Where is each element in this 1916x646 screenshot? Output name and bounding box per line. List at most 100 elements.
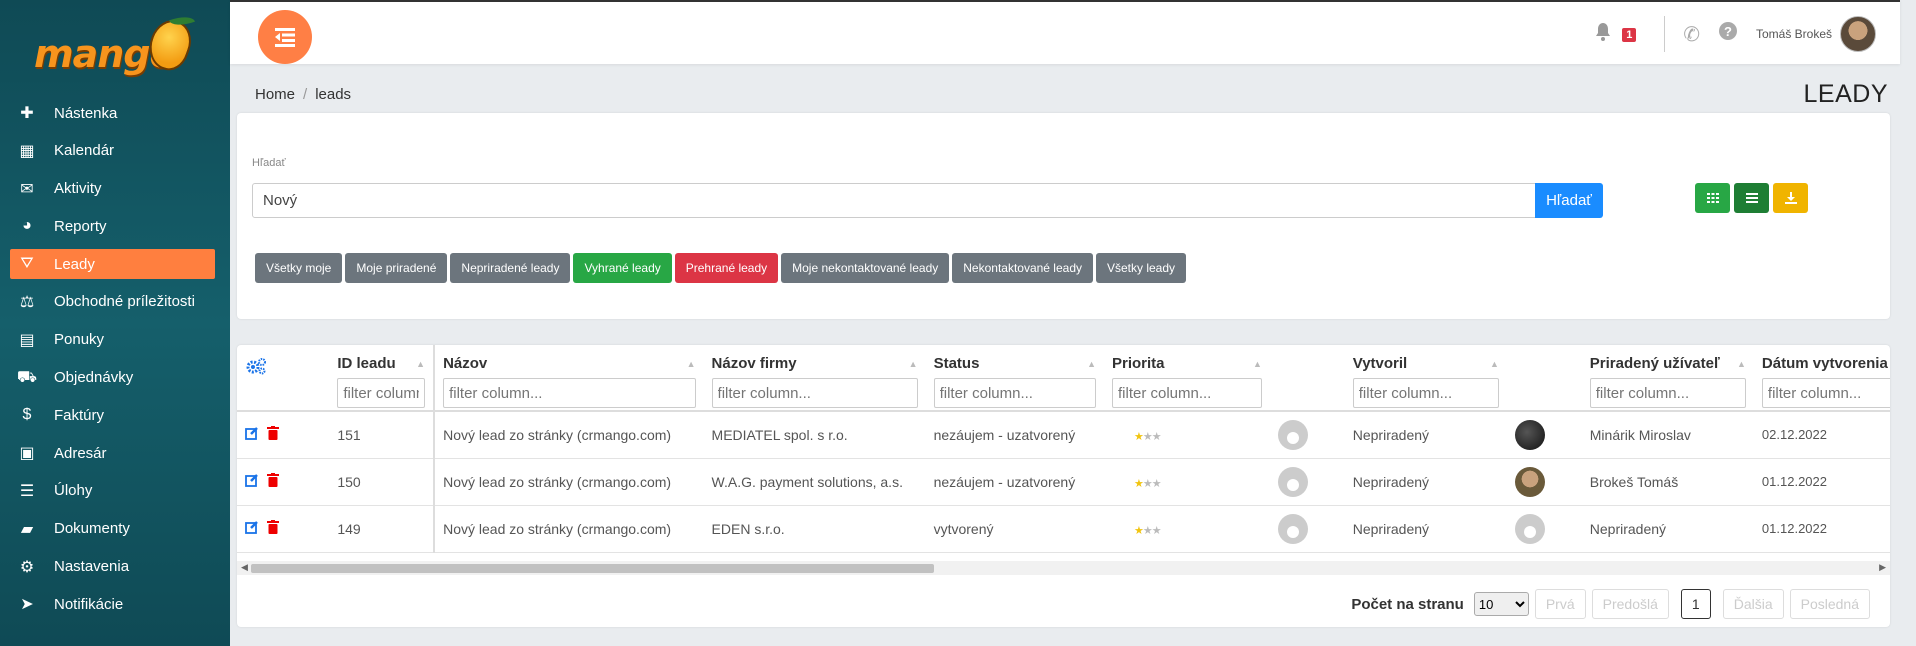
sort-icon[interactable]: ▲ <box>416 359 425 369</box>
column-header[interactable]: Priorita ▲ <box>1103 345 1270 412</box>
column-filter-input[interactable] <box>1761 378 1890 408</box>
table-row[interactable]: 150 Nový lead zo stránky (crmango.com) W.A… <box>237 458 1890 506</box>
sidebar-item-label: Obchodné príležitosti <box>54 293 195 311</box>
filter-button[interactable]: Všetky leady <box>1096 253 1187 283</box>
edit-icon[interactable] <box>245 426 259 443</box>
export-button[interactable] <box>1773 183 1808 213</box>
sidebar-item-4[interactable]: ⛛ Leady <box>10 249 215 280</box>
column-header[interactable]: Dátum vytvorenia▲ <box>1753 345 1890 412</box>
delete-icon[interactable] <box>267 520 279 537</box>
grid-view-button[interactable] <box>1695 183 1730 213</box>
user-name[interactable]: Tomáš Brokeš <box>1756 27 1832 41</box>
help-icon[interactable]: ? <box>1718 21 1738 47</box>
sort-icon[interactable]: ▲ <box>909 359 918 369</box>
assigned-user: Brokeš Tomáš <box>1581 458 1754 506</box>
sidebar-item-0[interactable]: ✚ Nástenka <box>10 98 215 128</box>
horizontal-scrollbar[interactable]: ◀ ▶ <box>237 561 1890 575</box>
last-page-button[interactable]: Posledná <box>1789 589 1870 619</box>
search-button[interactable]: Hľadať <box>1535 183 1603 218</box>
sidebar-item-12[interactable]: ⚙ Nastavenia <box>10 552 215 582</box>
column-filter-input[interactable] <box>933 378 1096 408</box>
next-page-button[interactable]: Ďalšia <box>1722 589 1784 619</box>
sidebar-item-9[interactable]: ▣ Adresár <box>10 438 215 468</box>
sort-icon[interactable]: ▲ <box>1253 359 1262 369</box>
column-filter-input[interactable] <box>1111 378 1262 408</box>
column-header[interactable]: Názov firmy ▲ <box>703 345 926 412</box>
search-label: Hľadať <box>252 157 286 169</box>
previous-page-button[interactable]: Predošlá <box>1591 589 1669 619</box>
column-filter-input[interactable] <box>1352 378 1499 408</box>
activities-icon: ✉ <box>20 180 34 198</box>
leads-table-card: ID leadu▲Názov▲Názov firmy▲Status▲Priori… <box>237 345 1890 627</box>
notification-bell-icon[interactable]: 1 <box>1594 22 1637 46</box>
filter-button[interactable]: Moje priradené <box>345 253 448 283</box>
lead-name[interactable]: Nový lead zo stránky (crmango.com) <box>434 411 704 459</box>
sort-icon[interactable]: ▲ <box>1490 359 1499 369</box>
assigned-user: Minárik Miroslav <box>1581 411 1754 459</box>
creator-avatar-cell <box>1269 458 1345 506</box>
sidebar-item-10[interactable]: ☰ Úlohy <box>10 476 215 506</box>
table-row[interactable]: 151 Nový lead zo stránky (crmango.com) MED… <box>237 411 1890 459</box>
assignee-avatar <box>1514 419 1545 450</box>
column-settings-header[interactable] <box>237 345 330 412</box>
column-filter-input[interactable] <box>711 378 918 408</box>
search-input[interactable] <box>252 183 1540 218</box>
sidebar-item-6[interactable]: ▤ Ponuky <box>10 325 215 355</box>
list-view-button[interactable] <box>1734 183 1769 213</box>
page-size-select[interactable]: 10 <box>1473 592 1529 616</box>
sort-icon[interactable]: ▲ <box>1087 359 1096 369</box>
phone-icon[interactable]: ✆ <box>1683 22 1700 47</box>
sidebar-item-11[interactable]: ▰ Dokumenty <box>10 514 215 544</box>
invoice-icon: $ <box>22 406 32 424</box>
column-header[interactable]: ID leadu ▲ <box>329 345 436 412</box>
row-actions <box>237 505 330 553</box>
column-title: Dátum vytvorenia <box>1761 355 1888 372</box>
gears-settings-icon[interactable] <box>245 357 321 379</box>
scroll-left-arrow-icon[interactable]: ◀ <box>241 562 248 573</box>
filter-button[interactable]: Moje nekontaktované leady <box>781 253 950 283</box>
calendar-icon: ▦ <box>19 142 35 160</box>
filter-button[interactable]: Nepriradené leady <box>450 253 571 283</box>
sidebar-item-8[interactable]: $ Faktúry <box>10 400 215 430</box>
sidebar-item-2[interactable]: ✉ Aktivity <box>10 174 215 204</box>
column-header[interactable]: Status ▲ <box>925 345 1104 412</box>
column-title: Vytvoril <box>1352 355 1408 372</box>
filter-buttons: Všetky moje Moje priradené Nepriradené lea… <box>255 253 1187 283</box>
delete-icon[interactable] <box>267 426 279 443</box>
lead-id: 149 <box>329 505 436 553</box>
user-avatar[interactable] <box>1840 16 1876 52</box>
sort-icon[interactable]: ▲ <box>687 359 696 369</box>
filter-button[interactable]: Vyhrané leady <box>573 253 672 283</box>
company-name: MEDIATEL spol. s r.o. <box>703 411 926 459</box>
sidebar-item-5[interactable]: ⚖ Obchodné príležitosti <box>10 287 215 317</box>
lead-name[interactable]: Nový lead zo stránky (crmango.com) <box>434 458 704 506</box>
sidebar-toggle-button[interactable] <box>258 10 312 64</box>
delete-icon[interactable] <box>267 473 279 490</box>
lead-name[interactable]: Nový lead zo stránky (crmango.com) <box>434 505 704 553</box>
page-title: LEADY <box>1803 80 1888 108</box>
column-filter-input[interactable] <box>443 378 696 408</box>
scrollbar-thumb[interactable] <box>251 564 934 573</box>
sidebar-item-1[interactable]: ▦ Kalendár <box>10 136 215 166</box>
pie-chart-icon: ◕ <box>22 217 32 235</box>
scroll-right-arrow-icon[interactable]: ▶ <box>1879 562 1886 573</box>
column-header[interactable]: Názov ▲ <box>434 345 704 412</box>
column-filter-input[interactable] <box>1589 378 1746 408</box>
edit-icon[interactable] <box>245 520 259 537</box>
column-filter-input[interactable] <box>337 378 426 408</box>
table-row[interactable]: 149 Nový lead zo stránky (crmango.com) EDE… <box>237 505 1890 553</box>
sort-icon[interactable]: ▲ <box>1737 359 1746 369</box>
filter-button[interactable]: Prehrané leady <box>674 253 779 283</box>
filter-button[interactable]: Nekontaktované leady <box>952 253 1093 283</box>
current-page-button[interactable]: 1 <box>1680 589 1711 619</box>
sidebar-item-7[interactable]: ⛟ Objednávky <box>10 363 215 393</box>
sidebar-item-13[interactable]: ➤ Notifikácie <box>10 589 215 619</box>
breadcrumb-home-link[interactable]: Home <box>255 86 295 103</box>
column-title: Status <box>933 355 980 372</box>
sidebar-item-3[interactable]: ◕ Reporty <box>10 211 215 241</box>
first-page-button[interactable]: Prvá <box>1534 589 1586 619</box>
column-header[interactable]: Priradený užívateľ ▲ <box>1581 345 1754 412</box>
column-header[interactable]: Vytvoril ▲ <box>1344 345 1507 412</box>
edit-icon[interactable] <box>245 473 259 490</box>
filter-button[interactable]: Všetky moje <box>255 253 343 283</box>
